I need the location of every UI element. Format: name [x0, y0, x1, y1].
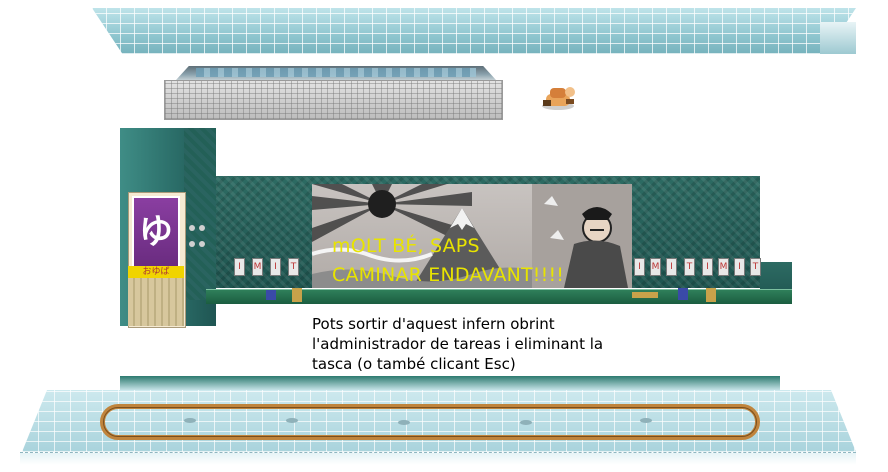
shower-mirror: T — [684, 258, 695, 276]
floor-drain — [398, 420, 410, 425]
wall-faucet-icon — [189, 225, 205, 247]
shower-mirror: I — [702, 258, 713, 276]
shower-mirror: M — [718, 258, 729, 276]
noren-curtain-strips — [128, 278, 184, 326]
shower-mirror: I — [634, 258, 645, 276]
bathhouse-ceiling — [92, 8, 856, 54]
floor-track-loop — [100, 404, 760, 440]
floor-drain — [184, 418, 196, 423]
hot-tub — [164, 80, 503, 120]
shower-mirror: M — [650, 258, 661, 276]
shower-mirror: I — [734, 258, 745, 276]
shower-mirror: M — [252, 258, 263, 276]
shower-mirror: T — [288, 258, 299, 276]
floor-back-edge — [120, 376, 780, 390]
overlay-title-line1: mOLT BÉ, SAPS — [332, 235, 480, 257]
overlay-title: mOLT BÉ, SAPS CAMINAR ENDAVANT!!!! — [332, 232, 632, 290]
shower-mirror: I — [666, 258, 677, 276]
shower-mirror: I — [234, 258, 245, 276]
overlay-title-line2: CAMINAR ENDAVANT!!!! — [332, 264, 565, 286]
hot-tub-water — [196, 68, 476, 77]
exit-instructions: Pots sortir d'aquest infern obrint l'adm… — [312, 315, 604, 373]
stool-and-bucket-icon[interactable] — [630, 284, 720, 304]
shower-mirror: T — [750, 258, 761, 276]
floor-drain — [286, 418, 298, 423]
noren-glyph: ゆ — [139, 212, 173, 252]
noren-sign: おゆば — [128, 266, 184, 278]
player-sprite[interactable] — [540, 84, 580, 110]
shower-mirror: I — [270, 258, 281, 276]
ceiling-edge — [820, 22, 856, 54]
floor-front-edge — [20, 452, 856, 465]
left-wall-tiles — [184, 128, 216, 300]
stool-and-bucket-icon[interactable] — [262, 284, 306, 304]
floor-drain — [520, 420, 532, 425]
floor-drain — [640, 418, 652, 423]
